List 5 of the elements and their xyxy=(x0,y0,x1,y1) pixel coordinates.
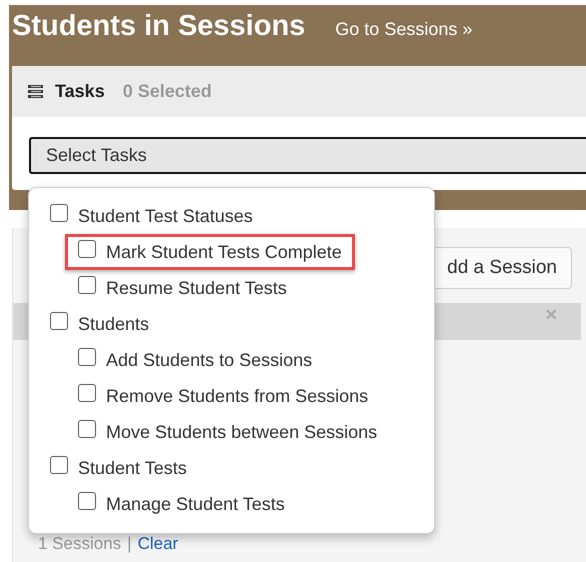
page-title: Students in Sessions xyxy=(12,10,306,43)
tasks-title: Tasks xyxy=(55,81,105,102)
sessions-count: 1 Sessions xyxy=(38,534,122,554)
separator: | xyxy=(127,534,132,554)
selected-count: 0 Selected xyxy=(122,81,212,102)
